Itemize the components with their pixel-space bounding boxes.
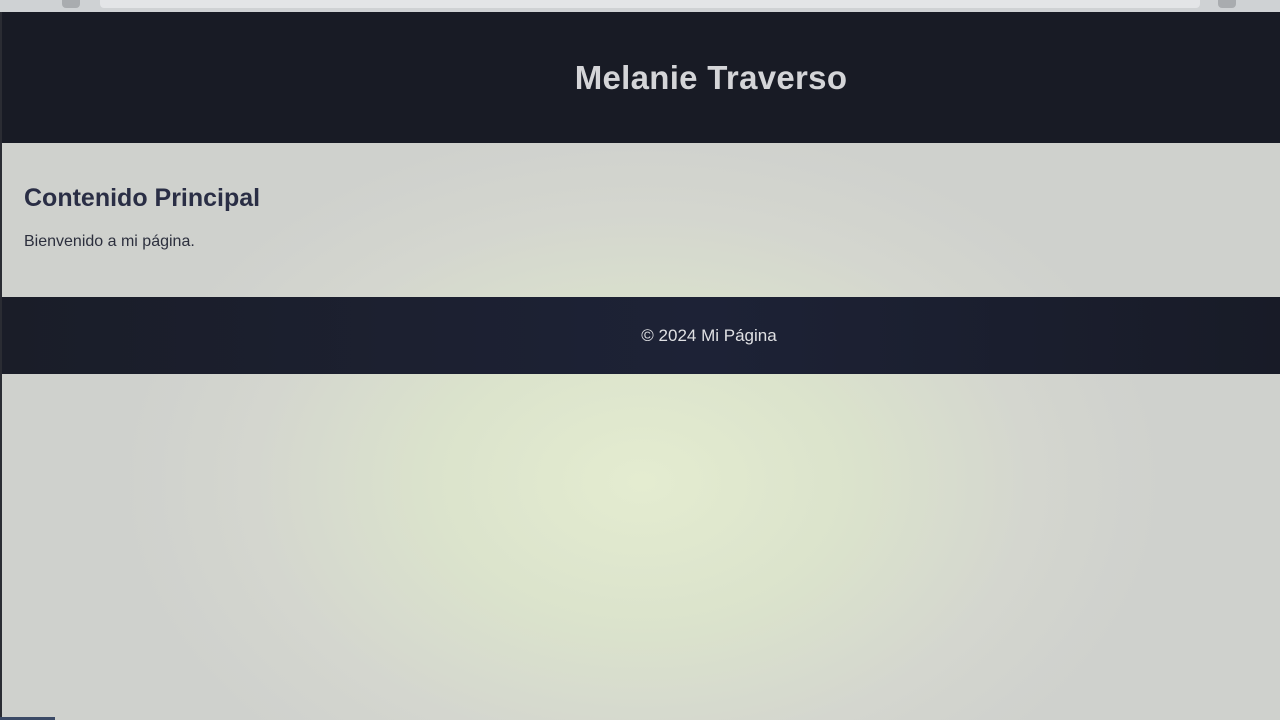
main-heading: Contenido Principal	[24, 184, 261, 212]
footer-copyright: © 2024 Mi Página	[641, 325, 777, 345]
browser-tab-edge[interactable]	[62, 0, 80, 8]
site-title: Melanie Traverso	[574, 58, 848, 96]
site-header: Melanie Traverso	[2, 12, 1280, 143]
browser-toolbar	[0, 0, 1280, 12]
page-viewport: Melanie Traverso Contenido Principal Bie…	[2, 12, 1280, 720]
browser-address-bar-edge[interactable]	[100, 0, 1200, 8]
main-content: Contenido Principal Bienvenido a mi pági…	[24, 184, 924, 251]
welcome-text: Bienvenido a mi página.	[24, 233, 195, 250]
browser-menu-edge[interactable]	[1218, 0, 1236, 8]
site-footer: © 2024 Mi Página	[2, 297, 1280, 374]
